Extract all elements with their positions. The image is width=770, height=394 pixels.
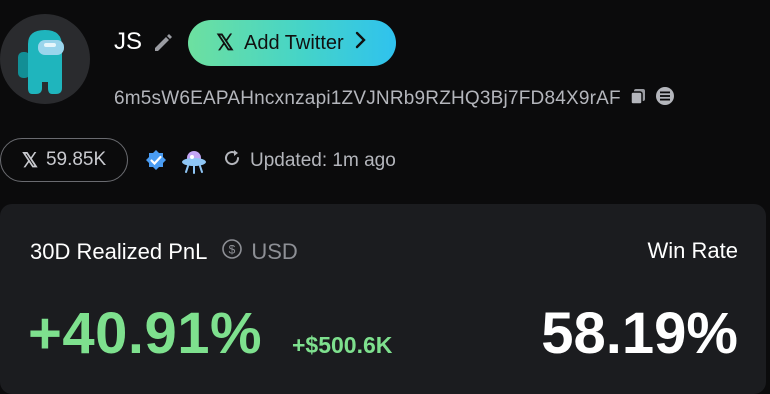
add-twitter-button[interactable]: 𝕏 Add Twitter bbox=[188, 20, 396, 66]
add-twitter-label: Add Twitter bbox=[244, 31, 344, 54]
updated-status[interactable]: Updated: 1m ago bbox=[222, 148, 396, 174]
verified-badge-icon bbox=[144, 149, 168, 173]
copy-icon[interactable] bbox=[629, 87, 647, 111]
twitter-followers-count: 59.85K bbox=[45, 149, 107, 170]
pnl-label: 30D Realized PnL bbox=[30, 239, 208, 264]
ufo-icon bbox=[180, 148, 208, 174]
pnl-usd: +$500.6K bbox=[292, 332, 393, 358]
currency-toggle[interactable]: $ USD bbox=[221, 238, 298, 266]
x-logo-icon: 𝕏 bbox=[21, 149, 38, 172]
profile-name-text: JS bbox=[114, 28, 143, 55]
edit-icon[interactable] bbox=[152, 31, 174, 53]
among-us-crewmate-icon bbox=[18, 30, 64, 94]
solana-icon[interactable] bbox=[655, 86, 675, 112]
wallet-address-row: 6m5sW6EAPAHncxnzapi1ZVJNRb9RZHQ3Bj7FD84X… bbox=[114, 86, 675, 112]
svg-text:$: $ bbox=[229, 243, 236, 257]
twitter-followers-badge[interactable]: 𝕏 59.85K bbox=[0, 138, 128, 182]
currency-switch-icon: $ bbox=[221, 238, 243, 266]
updated-label: Updated: 1m ago bbox=[250, 150, 396, 171]
wallet-address: 6m5sW6EAPAHncxnzapi1ZVJNRb9RZHQ3Bj7FD84X… bbox=[114, 88, 621, 109]
pnl-percent: +40.91% bbox=[28, 301, 263, 366]
refresh-icon[interactable] bbox=[222, 148, 242, 174]
chevron-right-icon bbox=[354, 31, 368, 55]
currency-label: USD bbox=[251, 239, 298, 264]
pnl-header: 30D Realized PnL $ USD bbox=[30, 238, 298, 266]
winrate-value: 58.19% bbox=[541, 301, 738, 366]
winrate-label: Win Rate bbox=[647, 238, 738, 263]
x-logo-icon: 𝕏 bbox=[216, 30, 235, 55]
profile-name: JS bbox=[114, 28, 174, 56]
avatar[interactable] bbox=[0, 14, 90, 104]
